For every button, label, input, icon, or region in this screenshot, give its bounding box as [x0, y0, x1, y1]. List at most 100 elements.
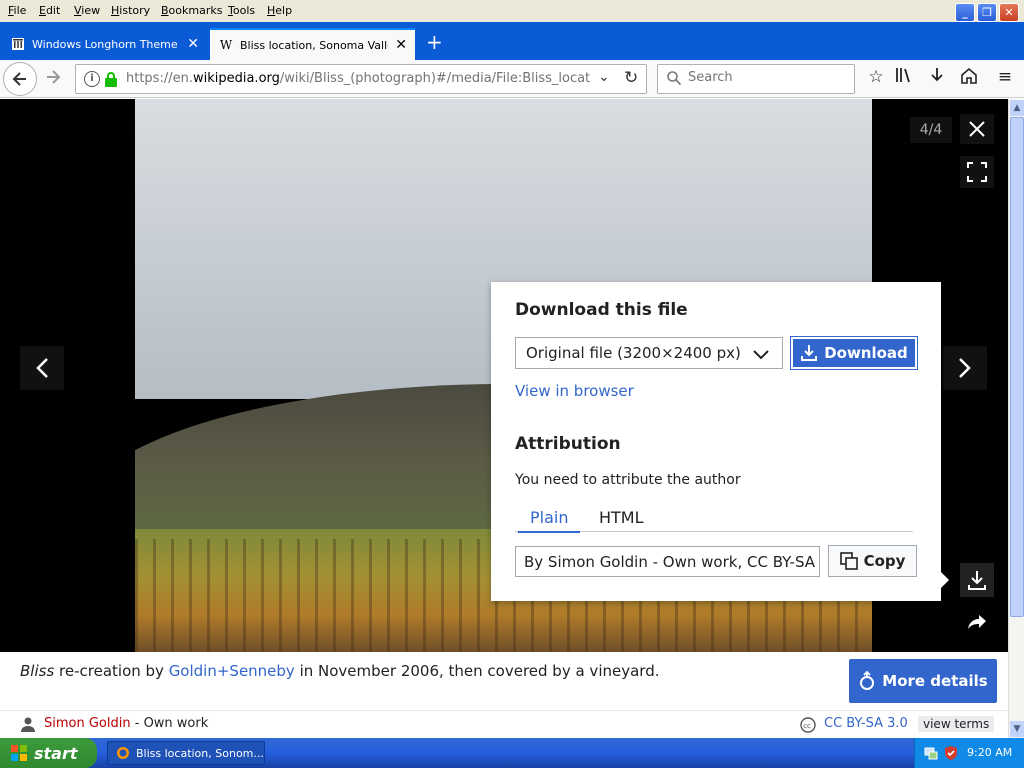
start-button[interactable]: start	[0, 738, 97, 768]
museum-icon	[10, 36, 26, 52]
chevron-left-icon	[36, 358, 48, 378]
navigation-bar: i https://en.wikipedia.org/wiki/Bliss_(p…	[0, 60, 1024, 98]
start-label: start	[34, 743, 78, 763]
metadata-bar: Simon Goldin - Own work cc CC BY-SA 3.0 …	[0, 710, 1008, 738]
close-icon	[969, 121, 985, 137]
windows-logo-icon	[11, 745, 27, 761]
forward-button[interactable]	[44, 68, 62, 91]
artist-link[interactable]: Goldin+Senneby	[169, 662, 295, 680]
fullscreen-icon	[967, 162, 987, 182]
lock-icon	[105, 72, 117, 87]
chevron-down-icon[interactable]: ⌄	[598, 69, 610, 85]
wikipedia-icon: W	[219, 38, 233, 52]
search-icon	[667, 71, 682, 86]
scrollbar-thumb[interactable]	[1010, 117, 1024, 617]
bookmark-star-icon[interactable]: ☆	[865, 67, 887, 87]
url-text[interactable]: https://en.wikipedia.org/wiki/Bliss_(pho…	[126, 71, 591, 86]
menu-bookmarks[interactable]: Bookmarks	[161, 4, 222, 17]
url-bar[interactable]: i https://en.wikipedia.org/wiki/Bliss_(p…	[75, 64, 647, 94]
library-icon[interactable]	[893, 67, 915, 88]
more-details-button[interactable]: More details	[849, 659, 997, 703]
search-input[interactable]	[688, 70, 848, 85]
firefox-icon	[117, 747, 129, 759]
menu-view[interactable]: View	[74, 4, 100, 17]
view-terms-button[interactable]: view terms	[918, 716, 995, 732]
close-window-button[interactable]: ✕	[999, 3, 1019, 22]
tab-windows-longhorn[interactable]: Windows Longhorn Theme Pa ✕	[2, 28, 207, 60]
copy-button[interactable]: Copy	[828, 545, 917, 577]
new-tab-icon[interactable]: +	[426, 30, 443, 54]
reload-icon[interactable]: ↻	[624, 68, 638, 88]
more-details-label: More details	[882, 672, 988, 690]
forward-arrow-icon	[47, 70, 61, 84]
downloads-icon[interactable]	[926, 67, 948, 89]
download-button[interactable]: Download	[790, 336, 918, 370]
download-button-label: Download	[824, 344, 908, 362]
close-viewer-button[interactable]	[960, 114, 994, 144]
copy-icon	[839, 552, 858, 570]
scroll-down-icon[interactable]: ▼	[1010, 721, 1024, 737]
taskbar-item-label: Bliss location, Sonom...	[136, 746, 264, 760]
back-button[interactable]	[3, 62, 37, 96]
hamburger-menu-icon[interactable]: ≡	[994, 67, 1016, 87]
system-tray: 9:20 AM	[914, 738, 1024, 768]
menu-help[interactable]: Help	[267, 4, 292, 17]
svg-text:cc: cc	[803, 722, 811, 730]
minimize-button[interactable]: _	[955, 3, 975, 22]
vertical-scrollbar[interactable]: ▲ ▼	[1008, 99, 1024, 738]
chevron-down-icon	[752, 342, 770, 369]
image-counter: 4/4	[910, 117, 952, 143]
menu-file[interactable]: File	[8, 4, 26, 17]
author-link[interactable]: Simon Goldin	[44, 716, 131, 731]
caption-bar: Bliss re-creation by Goldin+Senneby in N…	[0, 652, 1008, 710]
image-caption: Bliss re-creation by Goldin+Senneby in N…	[20, 662, 660, 680]
close-tab-icon[interactable]: ✕	[395, 37, 407, 53]
menu-edit[interactable]: Edit	[39, 4, 60, 17]
attribution-tabs: Plain HTML	[515, 504, 913, 533]
tab-title: Bliss location, Sonoma Valley in	[240, 38, 388, 52]
tab-plain[interactable]: Plain	[517, 508, 582, 533]
commons-icon	[860, 671, 875, 690]
previous-image-button[interactable]	[20, 346, 64, 390]
taskbar-item-firefox[interactable]: Bliss location, Sonom...	[107, 741, 265, 765]
close-tab-icon[interactable]: ✕	[187, 36, 199, 52]
chevron-right-icon	[959, 358, 971, 378]
download-panel-title: Download this file	[515, 300, 688, 320]
next-image-button[interactable]	[943, 346, 987, 390]
scroll-up-icon[interactable]: ▲	[1010, 100, 1024, 116]
tab-title: Windows Longhorn Theme Pa	[32, 37, 180, 51]
tab-html[interactable]: HTML	[599, 508, 644, 527]
view-in-browser-link[interactable]: View in browser	[515, 382, 634, 400]
viewer-share-button[interactable]	[960, 606, 994, 640]
info-icon[interactable]: i	[84, 71, 100, 87]
maximize-button[interactable]: ❐	[977, 3, 997, 22]
download-icon	[968, 571, 986, 590]
menu-tools[interactable]: Tools	[228, 4, 255, 17]
user-icon	[21, 717, 35, 732]
attribution-text-field[interactable]: By Simon Goldin - Own work, CC BY-SA 3.0	[515, 546, 820, 577]
file-size-select-value: Original file (3200×2400 px)	[526, 344, 741, 362]
viewer-download-button[interactable]	[960, 563, 994, 597]
author-credit: Simon Goldin - Own work	[44, 716, 209, 731]
file-size-select[interactable]: Original file (3200×2400 px)	[515, 337, 783, 369]
menu-bar: File Edit View History Bookmarks Tools H…	[0, 0, 1024, 22]
search-bar[interactable]	[657, 64, 855, 94]
copy-button-label: Copy	[863, 552, 906, 570]
share-icon	[968, 615, 986, 629]
attribution-subtitle: You need to attribute the author	[515, 472, 741, 488]
home-icon[interactable]	[958, 67, 980, 89]
tab-bliss-location[interactable]: W Bliss location, Sonoma Valley in ✕	[210, 28, 415, 60]
security-shield-icon[interactable]	[943, 745, 959, 761]
download-panel: Download this file Original file (3200×2…	[491, 282, 949, 601]
attribution-title: Attribution	[515, 434, 621, 454]
fullscreen-button[interactable]	[960, 156, 994, 188]
tab-bar: Windows Longhorn Theme Pa ✕ W Bliss loca…	[0, 22, 1024, 60]
cc-license-icon: cc	[800, 717, 816, 733]
network-icon[interactable]	[923, 745, 939, 761]
download-icon	[801, 345, 818, 361]
taskbar: start Bliss location, Sonom... 9:20 AM	[0, 738, 1024, 768]
menu-history[interactable]: History	[111, 4, 150, 17]
clock: 9:20 AM	[967, 746, 1013, 759]
back-arrow-icon	[12, 72, 26, 86]
license-link[interactable]: CC BY-SA 3.0	[824, 716, 908, 731]
